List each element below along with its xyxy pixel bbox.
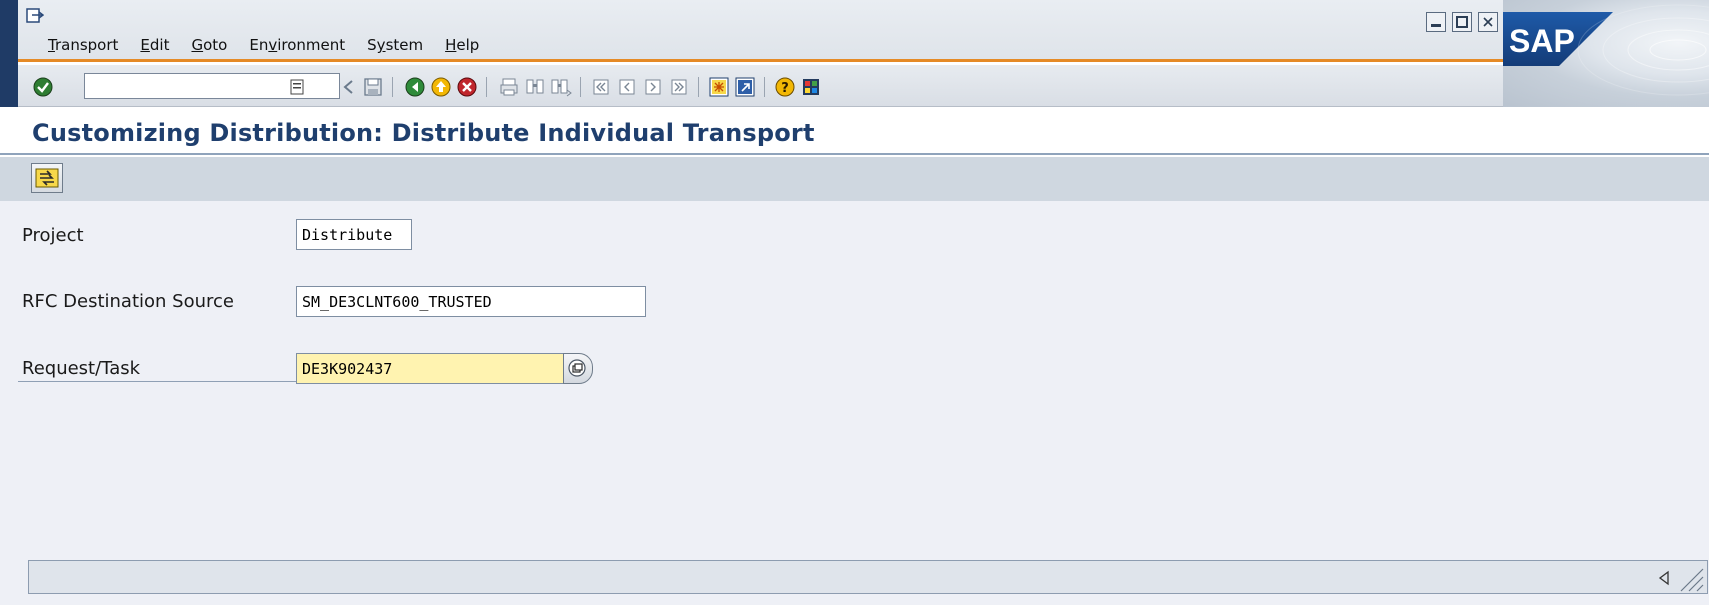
page-title: Customizing Distribution: Distribute Ind… (32, 119, 815, 147)
minimize-button[interactable] (1426, 12, 1446, 32)
toolbar-separator (486, 77, 487, 97)
standard-toolbar: ? (18, 65, 1503, 107)
next-page-icon[interactable] (642, 76, 664, 98)
selection-screen: Project RFC Destination Source Request/T… (0, 201, 1709, 605)
application-toolbar (0, 157, 1709, 201)
window-controls (1426, 12, 1498, 32)
find-next-icon[interactable] (550, 76, 572, 98)
previous-page-icon[interactable] (616, 76, 638, 98)
last-page-icon[interactable] (668, 76, 690, 98)
toolbar-separator (392, 77, 393, 97)
print-icon[interactable] (498, 76, 520, 98)
back-arrow-icon[interactable] (338, 76, 360, 98)
system-menu-icon[interactable] (26, 8, 44, 24)
request-task-field[interactable] (296, 353, 564, 384)
layout-menu-icon[interactable] (800, 76, 822, 98)
status-expand-icon[interactable] (1657, 570, 1671, 586)
project-field[interactable] (296, 219, 412, 250)
enter-icon[interactable] (32, 76, 54, 98)
rfc-destination-label: RFC Destination Source (22, 291, 234, 312)
sap-window: Transport Edit Goto Environment System Help (0, 0, 1709, 605)
status-bar (28, 560, 1708, 594)
request-task-label: Request/Task (22, 358, 141, 379)
close-window-button[interactable] (1478, 12, 1498, 32)
menu-item-environment[interactable]: Environment (249, 36, 345, 54)
create-session-icon[interactable] (708, 76, 730, 98)
first-page-icon[interactable] (590, 76, 612, 98)
minimize-icon (1431, 24, 1441, 27)
menu-item-goto[interactable]: Goto (191, 36, 227, 54)
value-help-button[interactable] (563, 353, 593, 384)
menu-items: Transport Edit Goto Environment System Help (48, 36, 479, 54)
logo-swirl-decoration (1577, 4, 1709, 96)
execute-icon (35, 168, 59, 188)
window-left-accent (0, 0, 18, 107)
menu-item-transport[interactable]: Transport (48, 36, 118, 54)
menu-item-edit[interactable]: Edit (140, 36, 169, 54)
resize-grip-icon[interactable] (1675, 563, 1705, 593)
menu-item-system[interactable]: System (367, 36, 423, 54)
close-icon (1483, 17, 1493, 27)
help-icon[interactable]: ? (774, 76, 796, 98)
execute-button[interactable] (31, 163, 63, 193)
menu-bar: Transport Edit Goto Environment System Help (18, 0, 1709, 62)
menu-item-help[interactable]: Help (445, 36, 479, 54)
toolbar-separator (580, 77, 581, 97)
title-bar: Customizing Distribution: Distribute Ind… (0, 107, 1709, 155)
logo-area: SAP (1503, 0, 1709, 107)
label-underline (18, 381, 296, 382)
toolbar-separator (764, 77, 765, 97)
exit-icon[interactable] (430, 76, 452, 98)
command-history-icon[interactable] (290, 79, 304, 95)
rfc-destination-field[interactable] (296, 286, 646, 317)
project-label: Project (22, 225, 84, 246)
find-icon[interactable] (524, 76, 546, 98)
generate-shortcut-icon[interactable] (734, 76, 756, 98)
svg-text:?: ? (781, 81, 789, 96)
back-icon[interactable] (404, 76, 426, 98)
save-icon[interactable] (362, 76, 384, 98)
value-help-icon (568, 359, 586, 377)
toolbar-separator (698, 77, 699, 97)
maximize-button[interactable] (1452, 12, 1472, 32)
maximize-icon (1456, 16, 1468, 28)
cancel-icon[interactable] (456, 76, 478, 98)
